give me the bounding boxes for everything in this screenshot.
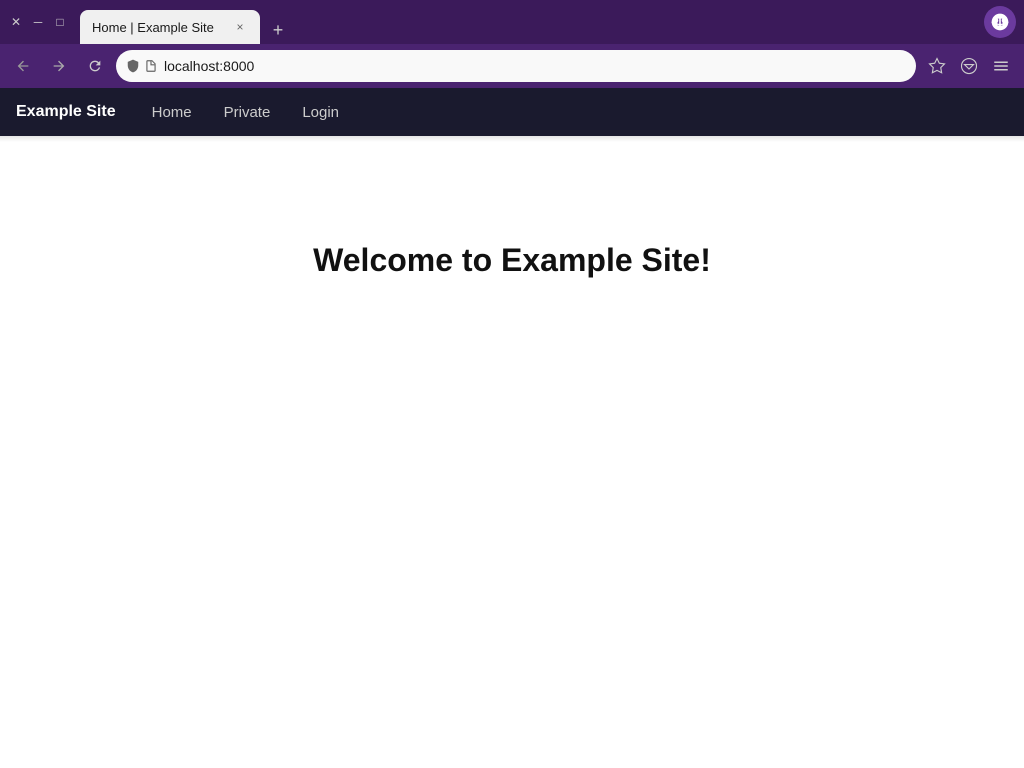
address-text: localhost:8000	[164, 58, 906, 74]
tab-close-button[interactable]: ×	[232, 19, 248, 35]
page-content: Welcome to Example Site!	[0, 142, 1024, 768]
browser-titlebar: ✕ ─ □ Home | Example Site × +	[0, 0, 1024, 44]
address-port: :8000	[219, 58, 254, 74]
toolbar-right	[922, 51, 1016, 81]
minimize-window-button[interactable]: ─	[30, 14, 46, 30]
mask-icon	[984, 6, 1016, 38]
pocket-button[interactable]	[954, 51, 984, 81]
tab-title: Home | Example Site	[92, 20, 224, 35]
address-host: localhost	[164, 58, 219, 74]
site-navbar: Example Site Home Private Login	[0, 88, 1024, 136]
menu-button[interactable]	[986, 51, 1016, 81]
address-security-icons	[126, 59, 158, 73]
address-bar[interactable]: localhost:8000	[116, 50, 916, 82]
welcome-heading: Welcome to Example Site!	[313, 242, 711, 279]
reload-button[interactable]	[80, 51, 110, 81]
close-window-button[interactable]: ✕	[8, 14, 24, 30]
maximize-window-button[interactable]: □	[52, 14, 68, 30]
new-tab-button[interactable]: +	[264, 16, 292, 44]
site-brand: Example Site	[16, 103, 116, 121]
nav-link-home[interactable]: Home	[136, 104, 208, 121]
forward-button[interactable]	[44, 51, 74, 81]
back-button[interactable]	[8, 51, 38, 81]
nav-link-private[interactable]: Private	[208, 104, 287, 121]
tab-bar: Home | Example Site × +	[80, 0, 980, 44]
nav-link-login[interactable]: Login	[286, 104, 355, 121]
window-controls: ✕ ─ □	[8, 14, 68, 30]
browser-toolbar: localhost:8000	[0, 44, 1024, 88]
favorite-button[interactable]	[922, 51, 952, 81]
active-tab[interactable]: Home | Example Site ×	[80, 10, 260, 44]
